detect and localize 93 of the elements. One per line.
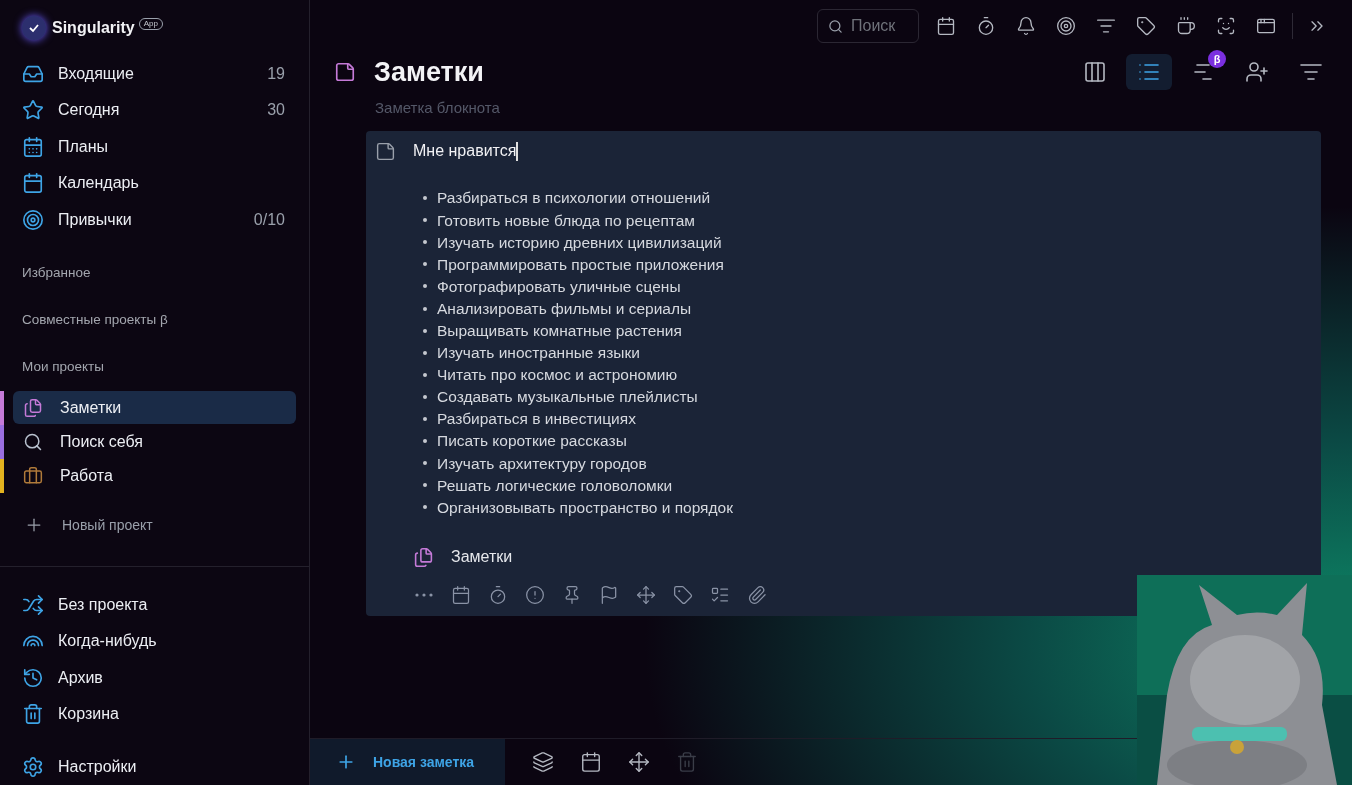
settings-icon xyxy=(22,755,44,778)
section-heading: Совместные проекты β xyxy=(21,311,169,330)
list-item-text: Фотографировать уличные сцены xyxy=(437,276,681,297)
target-icon xyxy=(22,208,44,231)
nav-label: Когда-нибудь xyxy=(58,631,158,652)
bell-icon xyxy=(1015,16,1036,36)
page-title: Заметки xyxy=(374,55,485,89)
new-note-button[interactable]: Новая заметка xyxy=(310,739,505,785)
project-label: Работа xyxy=(60,466,113,486)
nav-label: Настройки xyxy=(58,756,138,777)
nav-label: Сегодня xyxy=(58,100,121,121)
nav-item[interactable]: Архив xyxy=(0,659,309,696)
project-label: Заметки xyxy=(60,398,122,418)
trash-icon xyxy=(676,751,698,773)
text-cursor xyxy=(516,141,518,161)
list-item-text: Разбираться в инвестициях xyxy=(437,409,636,430)
nav-item[interactable]: Входящие 19 xyxy=(0,55,309,92)
columns-icon xyxy=(1083,60,1107,84)
move-icon xyxy=(635,585,656,606)
list-item-text: Готовить новые блюда по рецептам xyxy=(437,210,695,231)
search-icon xyxy=(23,432,43,452)
note-icon xyxy=(375,140,396,162)
briefcase-icon xyxy=(23,466,43,486)
list-item-text: Разбираться в психологии отношений xyxy=(437,188,711,209)
notes-icon xyxy=(23,398,43,418)
app-name: Singularity xyxy=(52,17,135,38)
nav-label: Планы xyxy=(58,136,110,157)
target-icon xyxy=(1055,16,1076,36)
new-project-button[interactable]: Новый проект xyxy=(0,509,309,542)
calendar-icon xyxy=(22,172,44,195)
nav-label: Архив xyxy=(58,667,104,688)
scan-icon xyxy=(1215,16,1236,36)
nav-item[interactable]: Корзина xyxy=(0,696,309,733)
list-view-tab[interactable] xyxy=(1126,54,1172,90)
nav-item[interactable]: Сегодня 30 xyxy=(0,92,309,129)
list-item-text: Изучать архитектуру городов xyxy=(437,453,647,474)
section-heading: Избранное xyxy=(21,264,92,283)
user-plus-icon xyxy=(1245,60,1269,84)
note-title: Мне нравится xyxy=(413,141,517,161)
list-item-text: Организовывать пространство и порядок xyxy=(437,497,733,518)
list-item-text: Программировать простые приложения xyxy=(437,254,724,275)
nav-label: Календарь xyxy=(58,173,140,194)
section-heading: Мои проекты xyxy=(21,358,105,377)
nav-label: Корзина xyxy=(58,704,120,725)
subtitle-field[interactable]: Заметка блокнота xyxy=(375,95,675,119)
nav-count: 19 xyxy=(267,63,285,84)
note-project: Заметки xyxy=(451,547,513,568)
nav-item[interactable]: Без проекта xyxy=(0,586,309,623)
tag-icon xyxy=(672,585,693,606)
calendar-icon xyxy=(580,751,602,773)
tag-icon xyxy=(1135,16,1156,36)
search-field[interactable]: Поиск xyxy=(817,9,919,43)
list-item-text: Анализировать фильмы и сериалы xyxy=(437,298,692,319)
nav-count: 0/10 xyxy=(253,209,285,230)
more-icon xyxy=(414,593,433,598)
logo-icon xyxy=(22,15,46,40)
project-label: Поиск себя xyxy=(60,432,143,452)
calendar-icon xyxy=(935,16,956,36)
nav-label: Привычки xyxy=(58,209,133,230)
list-item-text: Выращивать комнатные растения xyxy=(437,321,682,341)
nav-label: Входящие xyxy=(58,63,135,84)
alert-icon xyxy=(524,585,545,606)
list-item-text: Создавать музыкальные плейлисты xyxy=(437,387,698,408)
beta-badge: β xyxy=(1208,50,1226,68)
move-icon xyxy=(628,751,650,773)
calendar-icon xyxy=(22,135,44,158)
list-item-text: Читать про космос и астрономию xyxy=(437,365,678,386)
history-icon xyxy=(22,666,44,689)
search-icon xyxy=(828,19,843,34)
project-item[interactable]: Заметки xyxy=(13,391,296,425)
nav-label: Без проекта xyxy=(58,594,149,615)
paperclip-icon xyxy=(746,585,767,606)
calendar-icon xyxy=(450,585,471,606)
nav-item[interactable]: Когда-нибудь xyxy=(0,623,309,660)
project-item[interactable]: Поиск себя xyxy=(13,425,296,459)
nav-item[interactable]: Настройки xyxy=(0,748,309,785)
star-icon xyxy=(22,99,44,122)
notes-icon xyxy=(413,546,434,568)
note-icon xyxy=(334,61,356,83)
project-item[interactable]: Работа xyxy=(13,459,296,493)
list-item-text: Изучать историю древних цивилизаций xyxy=(437,232,722,253)
nav-item[interactable]: Календарь xyxy=(0,165,309,202)
nav-item[interactable]: Планы xyxy=(0,128,309,165)
cup-icon xyxy=(1175,16,1196,36)
window-plus-icon xyxy=(1255,16,1276,36)
layers-icon xyxy=(532,751,554,773)
list-item-text: Изучать иностранные языки xyxy=(437,343,640,364)
list-item-text: Писать короткие рассказы xyxy=(437,431,627,452)
list-item-text: Решать логические головоломки xyxy=(437,475,673,496)
nav-count: 30 xyxy=(267,100,285,121)
trash-icon xyxy=(22,703,44,726)
nav-item[interactable]: Привычки 0/10 xyxy=(0,201,309,238)
shuffle-icon xyxy=(22,593,44,616)
